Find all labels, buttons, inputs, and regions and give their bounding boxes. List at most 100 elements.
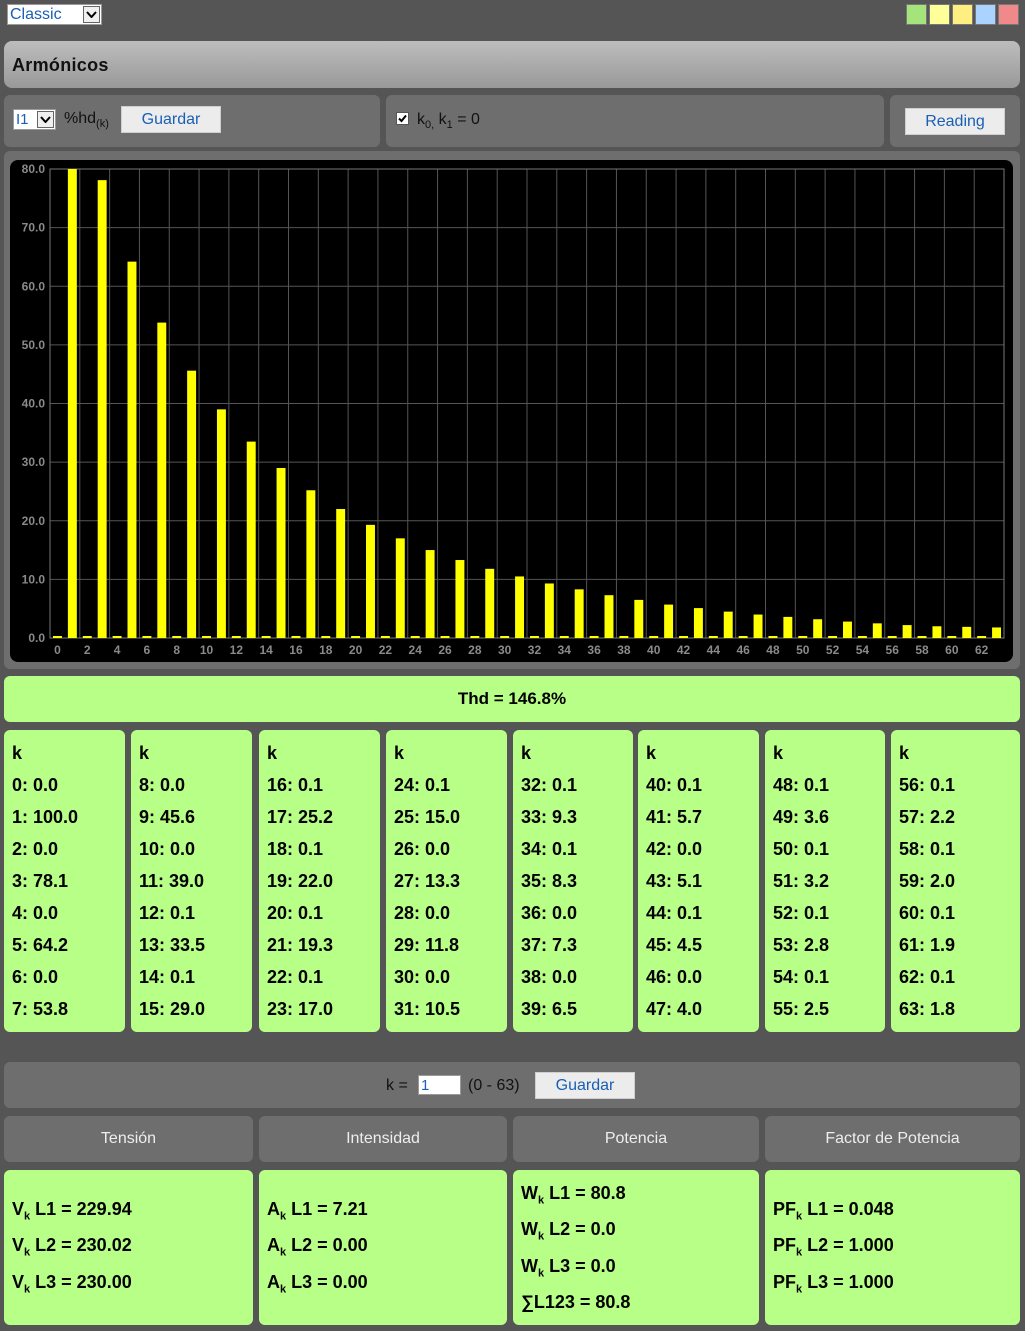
bar-k31 bbox=[515, 576, 525, 638]
bar-k25 bbox=[425, 550, 435, 638]
bar-k16 bbox=[291, 636, 301, 638]
harmonic-value: 48: 0.1 bbox=[773, 775, 830, 795]
reading-button[interactable]: Reading bbox=[905, 108, 1005, 135]
x-tick-label: 18 bbox=[319, 643, 333, 657]
bar-k18 bbox=[321, 636, 331, 638]
page-title: Armónicos bbox=[12, 55, 109, 75]
harmonic-column: k 24: 0.1 25: 15.0 26: 0.0 27: 13.3 28: 0.0 29… bbox=[386, 730, 507, 1032]
bar-k28 bbox=[470, 636, 480, 638]
harmonic-value: 35: 8.3 bbox=[521, 871, 578, 891]
theme-select[interactable]: Classic bbox=[7, 4, 102, 25]
line-select[interactable]: I1 bbox=[13, 109, 56, 130]
harmonic-value: 3: 78.1 bbox=[12, 871, 69, 891]
harmonic-value: 12: 0.1 bbox=[139, 903, 196, 923]
harmonic-value: 62: 0.1 bbox=[899, 967, 956, 987]
harmonic-value: 24: 0.1 bbox=[394, 775, 451, 795]
chevron-down-icon[interactable] bbox=[83, 6, 100, 23]
swatch-amber[interactable] bbox=[952, 4, 973, 25]
harmonic-value: 41: 5.7 bbox=[646, 807, 703, 827]
harmonic-value: 18: 0.1 bbox=[267, 839, 324, 859]
potencia-row: Wk L2 = 0.0 bbox=[521, 1219, 616, 1243]
k0k1-checkbox[interactable] bbox=[396, 112, 409, 125]
bar-k53 bbox=[843, 621, 852, 638]
title-bar: Armónicos bbox=[4, 41, 1020, 88]
bar-k14 bbox=[261, 636, 271, 638]
bar-k56 bbox=[887, 636, 897, 638]
swatch-yellow[interactable] bbox=[929, 4, 950, 25]
bar-k40 bbox=[649, 636, 659, 638]
harmonic-value: 51: 3.2 bbox=[773, 871, 830, 891]
factor-row: PFk L1 = 0.048 bbox=[773, 1199, 894, 1223]
factor-header: Factor de Potencia bbox=[765, 1116, 1020, 1162]
k-range-label: (0 - 63) bbox=[468, 1077, 520, 1094]
harmonic-value: 15: 29.0 bbox=[139, 999, 206, 1019]
harmonic-value: 1: 100.0 bbox=[12, 807, 79, 827]
y-tick-label: 20.0 bbox=[22, 514, 46, 528]
k-input[interactable] bbox=[418, 1075, 461, 1095]
chevron-down-icon[interactable] bbox=[37, 111, 54, 128]
k-prefix-label: k = bbox=[386, 1077, 408, 1094]
bar-k3 bbox=[97, 180, 107, 639]
x-tick-label: 38 bbox=[617, 643, 631, 657]
x-tick-label: 60 bbox=[945, 643, 959, 657]
x-tick-label: 56 bbox=[886, 643, 900, 657]
y-tick-label: 60.0 bbox=[22, 279, 46, 293]
harmonic-column-header: k bbox=[394, 743, 405, 763]
tension-row: Vk L3 = 230.00 bbox=[12, 1272, 132, 1296]
bar-k17 bbox=[306, 490, 316, 638]
save-button[interactable]: Guardar bbox=[121, 106, 221, 133]
x-tick-label: 48 bbox=[766, 643, 780, 657]
theme-select-value: Classic bbox=[10, 5, 62, 23]
swatch-blue[interactable] bbox=[975, 4, 996, 25]
x-tick-label: 34 bbox=[558, 643, 572, 657]
x-tick-label: 50 bbox=[796, 643, 810, 657]
harmonic-value: 47: 4.0 bbox=[646, 999, 703, 1019]
swatch-red[interactable] bbox=[998, 4, 1019, 25]
harmonic-value: 4: 0.0 bbox=[12, 903, 59, 923]
bar-k27 bbox=[455, 560, 465, 638]
intensidad-header: Intensidad bbox=[259, 1116, 507, 1162]
bar-k48 bbox=[768, 636, 778, 638]
x-tick-label: 20 bbox=[349, 643, 363, 657]
potencia-row: Wk L3 = 0.0 bbox=[521, 1256, 616, 1280]
bar-k37 bbox=[604, 595, 614, 638]
harmonic-value: 58: 0.1 bbox=[899, 839, 956, 859]
bar-k19 bbox=[336, 509, 346, 638]
harmonic-value: 60: 0.1 bbox=[899, 903, 956, 923]
harmonic-value: 32: 0.1 bbox=[521, 775, 578, 795]
bar-k10 bbox=[202, 636, 211, 638]
x-tick-label: 28 bbox=[468, 643, 482, 657]
potencia-total: ∑L123 = 80.8 bbox=[521, 1292, 631, 1312]
potencia-panel: Wk L1 = 80.8 Wk L2 = 0.0 Wk L3 = 0.0 ∑L1… bbox=[513, 1170, 759, 1325]
harmonic-value: 14: 0.1 bbox=[139, 967, 196, 987]
x-tick-label: 24 bbox=[409, 643, 423, 657]
harmonic-value: 38: 0.0 bbox=[521, 967, 578, 987]
harmonic-value: 42: 0.0 bbox=[646, 839, 703, 859]
harmonic-value: 44: 0.1 bbox=[646, 903, 703, 923]
bar-k34 bbox=[559, 636, 569, 638]
bar-k33 bbox=[544, 583, 554, 638]
bar-k7 bbox=[157, 322, 167, 638]
x-tick-label: 16 bbox=[289, 643, 303, 657]
harmonic-column-header: k bbox=[521, 743, 532, 763]
intensidad-row: Ak L1 = 7.21 bbox=[267, 1199, 368, 1223]
harmonic-value: 54: 0.1 bbox=[773, 967, 830, 987]
swatch-green[interactable] bbox=[906, 4, 927, 25]
harmonic-column: k 16: 0.1 17: 25.2 18: 0.1 19: 22.0 20: 0.1 21… bbox=[259, 730, 380, 1032]
harmonic-column-header: k bbox=[267, 743, 278, 763]
tension-row: Vk L1 = 229.94 bbox=[12, 1199, 132, 1223]
harmonic-value: 5: 64.2 bbox=[12, 935, 69, 955]
bar-k32 bbox=[529, 636, 539, 638]
factor-row: PFk L3 = 1.000 bbox=[773, 1272, 894, 1296]
harmonic-value: 21: 19.3 bbox=[267, 935, 334, 955]
factor-panel: PFk L1 = 0.048 PFk L2 = 1.000 PFk L3 = 1… bbox=[765, 1170, 1020, 1325]
color-swatches bbox=[906, 4, 1019, 25]
harmonic-value: 50: 0.1 bbox=[773, 839, 830, 859]
k-save-button[interactable]: Guardar bbox=[535, 1072, 635, 1099]
bar-k42 bbox=[679, 636, 688, 638]
x-tick-label: 10 bbox=[200, 643, 214, 657]
harmonic-value: 13: 33.5 bbox=[139, 935, 206, 955]
x-tick-label: 0 bbox=[54, 643, 61, 657]
bar-k47 bbox=[753, 614, 763, 638]
harmonic-value: 17: 25.2 bbox=[267, 807, 334, 827]
